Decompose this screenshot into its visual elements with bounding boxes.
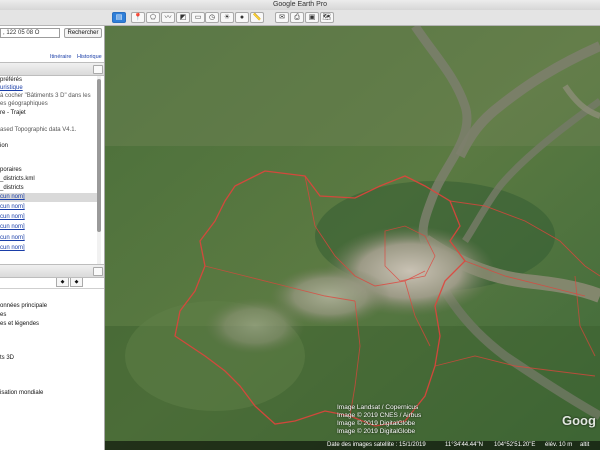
- layers-tree: onnées principale es es et légendes ts 3…: [0, 302, 104, 450]
- search-button[interactable]: Rechercher: [64, 28, 102, 38]
- places-panel-header[interactable]: [0, 62, 104, 76]
- planet-icon: ●: [239, 14, 245, 21]
- tree-scrollbar-thumb[interactable]: [97, 79, 101, 232]
- itinerary-link[interactable]: Itinéraire: [50, 54, 71, 60]
- altitude-readout: altit: [580, 442, 590, 448]
- layer-item[interactable]: ts 3D: [0, 354, 100, 363]
- sunlight-button[interactable]: ☀: [220, 12, 234, 23]
- historical-imagery-button[interactable]: ◷: [205, 12, 219, 23]
- history-link[interactable]: Historique: [77, 54, 102, 60]
- status-bar: Date des images satellite : 15/1/2019 11…: [105, 441, 600, 450]
- tree-item[interactable]: cun nom]: [0, 223, 100, 232]
- layer-item[interactable]: isation mondiale: [0, 389, 100, 398]
- diamond-icon: ◆: [74, 279, 79, 285]
- attribution-line: Image © 2019 CNES / Airbus: [337, 412, 422, 419]
- tree-item[interactable]: _districts.kml: [0, 175, 100, 184]
- sun-icon: ☀: [223, 14, 231, 21]
- places-tree: préférés uristique à cocher "Bâtiments 3…: [0, 76, 104, 274]
- attribution-line: Image Landsat / Copernicus: [337, 404, 419, 411]
- imagery-date: Date des images satellite : 15/1/2019: [327, 442, 426, 448]
- attribution-line: Image © 2019 DigitalGlobe: [337, 428, 416, 435]
- planets-button[interactable]: ●: [235, 12, 249, 23]
- map-icon: 🗺: [322, 14, 332, 21]
- tree-item[interactable]: cun nom]: [0, 244, 100, 253]
- search-links: Itinéraire Historique: [46, 54, 102, 60]
- tree-item[interactable]: cun nom]: [0, 193, 100, 202]
- layer-item[interactable]: [0, 329, 100, 338]
- ruler-icon: 📏: [252, 14, 262, 21]
- path-icon: 〰: [164, 14, 172, 21]
- attribution-line: Image © 2019 DigitalGlobe: [337, 420, 416, 427]
- save-image-button[interactable]: ▣: [305, 12, 319, 23]
- google-logo: Goog: [562, 413, 596, 428]
- sidebar-toggle-button[interactable]: ▤: [112, 12, 126, 23]
- sidebar-icon: ▤: [115, 14, 123, 21]
- overlay-icon: ◩: [179, 14, 187, 21]
- add-path-button[interactable]: 〰: [161, 12, 175, 23]
- record-tour-button[interactable]: ▭: [191, 12, 205, 23]
- add-polygon-button[interactable]: ⬠: [146, 12, 160, 23]
- email-button[interactable]: ✉: [275, 12, 289, 23]
- tree-item[interactable]: cun nom]: [0, 203, 100, 212]
- layer-item[interactable]: [0, 372, 100, 381]
- search-input[interactable]: , 122 05 08 O: [0, 28, 60, 38]
- move-down-button[interactable]: ◆: [70, 277, 83, 287]
- add-overlay-button[interactable]: ◩: [176, 12, 190, 23]
- layer-item[interactable]: es: [0, 311, 100, 320]
- layer-item[interactable]: es et légendes: [0, 320, 100, 329]
- toolbar: ▤ 📍 ⬠ 〰 ◩ ▭ ◷ ☀ ● 📏 ✉ ⎙ ▣ 🗺: [0, 10, 600, 26]
- tree-buttons: ◆ ◆: [56, 277, 84, 287]
- tree-item[interactable]: cun nom]: [0, 234, 100, 243]
- sidebar: , 122 05 08 O Rechercher Itinéraire Hist…: [0, 26, 105, 450]
- tree-item[interactable]: [0, 117, 100, 126]
- tree-item[interactable]: _districts: [0, 184, 100, 193]
- image-icon: ▣: [308, 14, 316, 21]
- tree-item[interactable]: cun nom]: [0, 213, 100, 222]
- move-up-button[interactable]: ◆: [56, 277, 69, 287]
- elevation-readout: élév. 10 m: [545, 442, 573, 448]
- layers-panel-header[interactable]: [0, 264, 104, 278]
- satellite-imagery: [105, 26, 600, 450]
- print-button[interactable]: ⎙: [290, 12, 304, 23]
- tree-item[interactable]: poraires: [0, 166, 100, 175]
- pushpin-icon: 📍: [133, 14, 143, 21]
- tree-item[interactable]: es géographiques: [0, 100, 100, 109]
- tour-icon: ▭: [194, 14, 202, 21]
- layer-item[interactable]: [0, 363, 100, 372]
- divider: [0, 288, 104, 289]
- polygon-icon: ⬠: [149, 14, 157, 21]
- earth-view[interactable]: Image Landsat / Copernicus Image © 2019 …: [105, 26, 600, 450]
- latitude-readout: 11°34'44.44"N: [445, 442, 483, 448]
- diamond-icon: ◆: [60, 279, 65, 285]
- longitude-readout: 104°52'51.20"E: [494, 442, 536, 448]
- google-maps-button[interactable]: 🗺: [320, 12, 334, 23]
- layer-item[interactable]: [0, 338, 100, 347]
- ruler-button[interactable]: 📏: [250, 12, 264, 23]
- clock-icon: ◷: [208, 14, 216, 21]
- layer-item[interactable]: onnées principale: [0, 302, 100, 311]
- print-icon: ⎙: [294, 14, 300, 21]
- add-placemark-button[interactable]: 📍: [131, 12, 145, 23]
- mail-icon: ✉: [279, 14, 285, 21]
